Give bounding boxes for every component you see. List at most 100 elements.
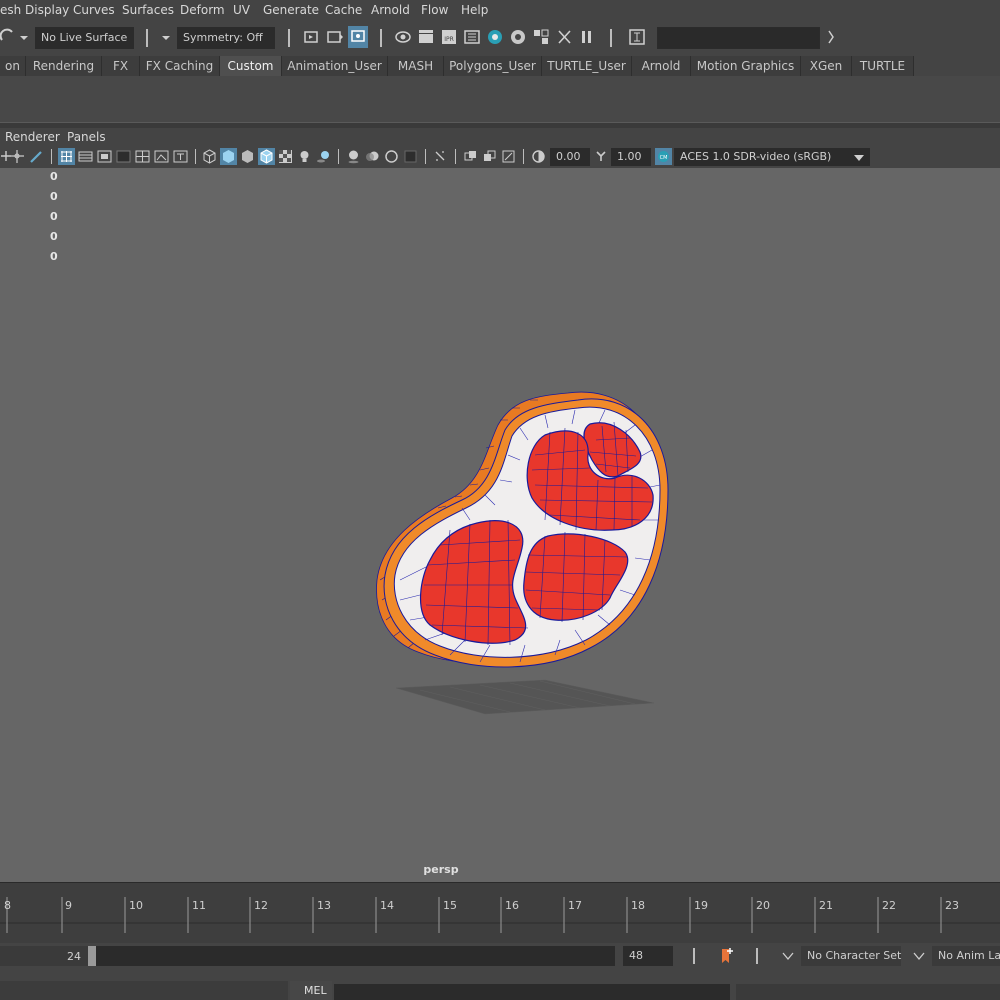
viewport-persp[interactable]: 0 0 0 0 0 persp: [0, 168, 1000, 882]
xray-icon[interactable]: [463, 149, 478, 164]
shelf-tab-polygons-user[interactable]: Polygons_User: [444, 56, 542, 76]
render-view-icon[interactable]: [303, 28, 321, 46]
character-set-field[interactable]: No Character Set: [801, 946, 901, 966]
exposure-field[interactable]: 0.00: [550, 148, 590, 166]
menu-uv[interactable]: UV: [233, 3, 250, 17]
bookmark-icon[interactable]: [719, 946, 735, 966]
magnet-icon[interactable]: [0, 28, 18, 46]
frame-label: 16: [505, 899, 519, 912]
menu-renderer[interactable]: Renderer: [5, 130, 60, 144]
menu-help[interactable]: Help: [461, 3, 488, 17]
gamma-field[interactable]: 1.00: [611, 148, 651, 166]
pencil-icon[interactable]: [29, 149, 44, 164]
ambient-occlusion-icon[interactable]: [346, 149, 361, 164]
ipr-icon[interactable]: IPR: [440, 28, 458, 46]
menu-panels[interactable]: Panels: [67, 130, 106, 144]
lights-icon[interactable]: [297, 149, 312, 164]
shelf-tab[interactable]: on: [0, 56, 26, 76]
arnold-ipr-icon[interactable]: [509, 28, 527, 46]
shelf-tab-bar: on Rendering FX FX Caching Custom Animat…: [0, 56, 1000, 77]
default-material-icon[interactable]: [240, 149, 255, 164]
help-line: [0, 981, 288, 1000]
chevron-down-icon[interactable]: [18, 28, 30, 46]
xray-joints-icon[interactable]: [482, 149, 497, 164]
input-mode-icon[interactable]: [628, 28, 646, 46]
menu-cache[interactable]: Cache: [325, 3, 362, 17]
frame-label: 12: [254, 899, 268, 912]
wireframe-cube-icon[interactable]: [202, 149, 217, 164]
pause-icon[interactable]: [578, 28, 596, 46]
color-management-icon[interactable]: CM: [655, 148, 672, 165]
texture-icon[interactable]: [532, 28, 550, 46]
separator: [51, 149, 52, 164]
hypershade-icon[interactable]: [394, 28, 412, 46]
shelf-tab-mash[interactable]: MASH: [388, 56, 444, 76]
color-space-dropdown[interactable]: ACES 1.0 SDR-video (sRGB): [674, 148, 870, 166]
shelf-tab-xgen[interactable]: XGen: [801, 56, 852, 76]
shadows-icon[interactable]: [316, 149, 331, 164]
steak-model[interactable]: [0, 168, 1000, 882]
frame-label: 13: [317, 899, 331, 912]
motion-blur-icon[interactable]: [365, 149, 380, 164]
textured-icon[interactable]: [278, 149, 293, 164]
anim-layer-field[interactable]: No Anim Lay: [932, 946, 1000, 966]
shelf-tab-custom[interactable]: Custom: [220, 56, 282, 76]
grid-icon[interactable]: [58, 148, 75, 165]
command-input[interactable]: [334, 984, 730, 1000]
frame-label: 17: [568, 899, 582, 912]
shelf-tab-motion-graphics[interactable]: Motion Graphics: [691, 56, 801, 76]
anti-aliasing-icon[interactable]: [384, 149, 399, 164]
shelf-tab-rendering[interactable]: Rendering: [26, 56, 102, 76]
chevron-down-icon[interactable]: [782, 951, 794, 961]
frame-label: 21: [819, 899, 833, 912]
shelf-tab-fx-caching[interactable]: FX Caching: [140, 56, 220, 76]
range-slider-bar: 24 48 No Character Set No Anim Lay: [0, 943, 1000, 970]
shelf-tab-arnold[interactable]: Arnold: [632, 56, 691, 76]
language-toggle[interactable]: MEL: [290, 981, 332, 1000]
max-time-field[interactable]: 48: [623, 946, 673, 966]
camera-label: persp: [423, 863, 459, 876]
arnold-render-icon[interactable]: [486, 28, 504, 46]
shelf-tab-fx[interactable]: FX: [102, 56, 140, 76]
separator: [338, 149, 339, 164]
chevron-down-icon[interactable]: [160, 28, 172, 46]
menu-flow[interactable]: Flow: [421, 3, 448, 17]
safe-action-icon[interactable]: [154, 149, 169, 164]
wireframe-on-shaded-icon[interactable]: [258, 148, 275, 165]
separator: [610, 29, 612, 47]
clapper-icon[interactable]: [417, 28, 435, 46]
gamma-icon[interactable]: [594, 149, 609, 164]
menu-arnold[interactable]: Arnold: [371, 3, 410, 17]
shelf-tab-turtle[interactable]: TURTLE: [852, 56, 914, 76]
menu-deform[interactable]: Deform: [180, 3, 225, 17]
command-line: MEL: [0, 975, 1000, 1000]
render-frame-icon[interactable]: [326, 28, 344, 46]
field-chart-icon[interactable]: [135, 149, 150, 164]
chevron-down-icon[interactable]: [913, 951, 925, 961]
isolate-select-icon[interactable]: [433, 149, 448, 164]
safe-title-icon[interactable]: [173, 149, 188, 164]
chevron-right-icon[interactable]: [826, 28, 836, 46]
gate-mask-icon[interactable]: [116, 149, 131, 164]
camera-track-icon[interactable]: [10, 149, 25, 164]
menu-generate[interactable]: Generate: [263, 3, 319, 17]
exposure-icon[interactable]: [531, 149, 546, 164]
live-surface-field[interactable]: No Live Surface: [35, 27, 134, 49]
film-gate-icon[interactable]: [78, 149, 93, 164]
menu-mesh-display[interactable]: esh Display: [0, 3, 69, 17]
backface-culling-icon[interactable]: [501, 149, 516, 164]
range-handle[interactable]: [88, 946, 96, 966]
smooth-shade-icon[interactable]: [220, 148, 237, 165]
render-sequence-icon[interactable]: [463, 28, 481, 46]
quick-select-field[interactable]: [657, 27, 820, 49]
symmetry-field[interactable]: Symmetry: Off: [177, 27, 275, 49]
depth-of-field-icon[interactable]: [403, 149, 418, 164]
scissors-icon[interactable]: [556, 28, 574, 46]
time-slider[interactable]: 8 9 10 11 12 13 14 15 16 17 18 19 20 21 …: [0, 882, 1000, 943]
render-settings-icon[interactable]: [348, 26, 368, 48]
menu-surfaces[interactable]: Surfaces: [122, 3, 174, 17]
resolution-gate-icon[interactable]: [97, 149, 112, 164]
shelf-tab-turtle-user[interactable]: TURTLE_User: [542, 56, 632, 76]
menu-curves[interactable]: Curves: [73, 3, 115, 17]
shelf-tab-animation-user[interactable]: Animation_User: [282, 56, 388, 76]
